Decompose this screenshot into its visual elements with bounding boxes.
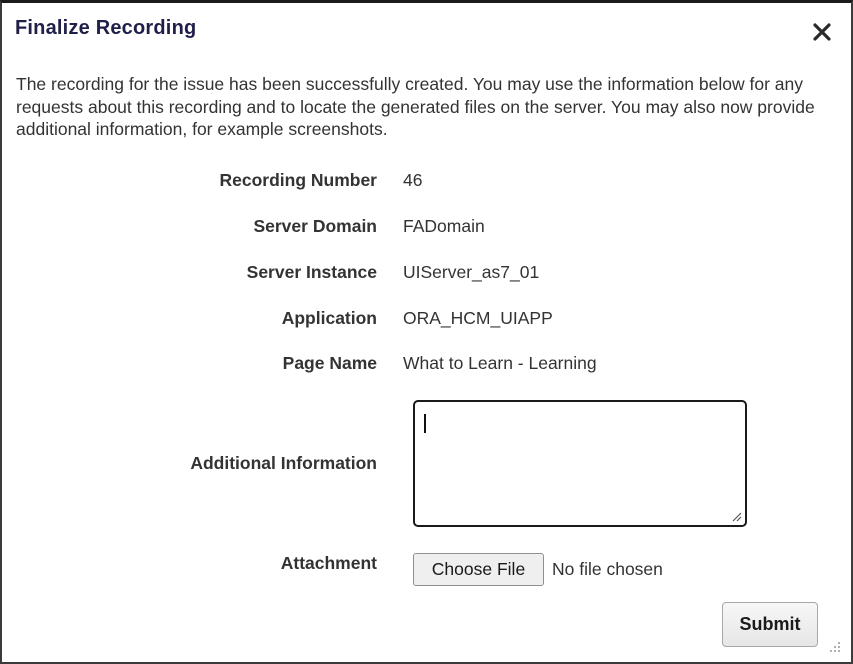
- text-caret: [424, 414, 426, 433]
- submit-button[interactable]: Submit: [722, 602, 818, 647]
- choose-file-button[interactable]: Choose File: [413, 553, 544, 586]
- resize-grip-icon[interactable]: [731, 511, 742, 522]
- server-domain-label: Server Domain: [253, 216, 377, 236]
- page-name-label: Page Name: [282, 353, 377, 373]
- server-domain-value: FADomain: [403, 216, 485, 236]
- dialog-title: Finalize Recording: [15, 17, 197, 39]
- recording-number-value: 46: [403, 170, 423, 190]
- server-instance-value: UIServer_as7_01: [403, 262, 540, 282]
- close-icon: [813, 23, 831, 41]
- finalize-recording-dialog: Finalize Recording The recording for the…: [0, 0, 853, 664]
- close-button[interactable]: [810, 20, 834, 44]
- server-instance-label: Server Instance: [246, 262, 377, 282]
- dialog-resize-grip-icon[interactable]: [827, 639, 841, 653]
- additional-info-label: Additional Information: [190, 453, 377, 473]
- application-label: Application: [281, 308, 377, 328]
- additional-info-textarea[interactable]: [415, 402, 745, 525]
- intro-text: The recording for the issue has been suc…: [16, 74, 815, 139]
- additional-info-field[interactable]: [413, 400, 747, 527]
- recording-number-label: Recording Number: [219, 170, 377, 190]
- attachment-label: Attachment: [280, 553, 377, 573]
- file-status-text: No file chosen: [552, 559, 663, 579]
- application-value: ORA_HCM_UIAPP: [403, 308, 553, 328]
- page-name-value: What to Learn - Learning: [403, 353, 597, 373]
